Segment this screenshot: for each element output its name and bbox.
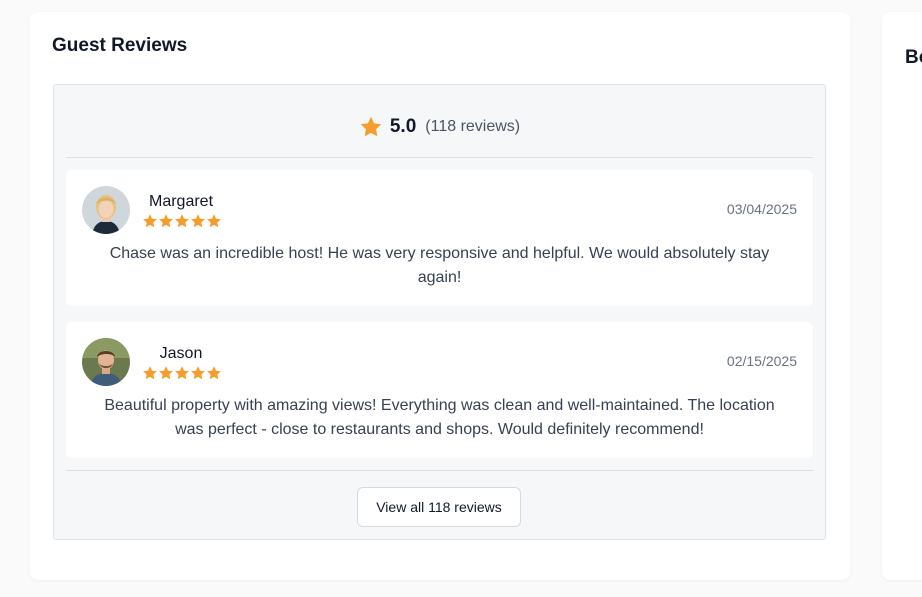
page: Guest Reviews 5.0 (118 reviews) Margaret… (0, 0, 922, 597)
star-rating (142, 213, 222, 229)
review-date: 02/15/2025 (726, 353, 797, 369)
star-icon (143, 366, 157, 380)
divider (66, 157, 813, 158)
average-rating: 5.0 (389, 116, 417, 137)
star-icon (359, 115, 383, 139)
star-icon (207, 214, 221, 228)
view-all-reviews-button[interactable]: View all 118 reviews (357, 487, 521, 527)
reviewer-name: Jason (159, 345, 203, 362)
star-rating (142, 365, 222, 381)
reviews-card: Guest Reviews 5.0 (118 reviews) Margaret… (30, 12, 850, 580)
divider (66, 470, 813, 471)
review-count: (118 reviews) (425, 118, 521, 135)
review-text: Beautiful property with amazing views! E… (104, 397, 775, 438)
star-icon (191, 214, 205, 228)
star-icon (175, 366, 189, 380)
star-icon (207, 366, 221, 380)
section-title: Guest Reviews (52, 35, 188, 56)
star-icon (143, 214, 157, 228)
side-card-title: Bo (905, 47, 922, 68)
review-card: Margaret 03/04/2025 Chase was an incredi… (66, 170, 813, 306)
review-card: Jason 02/15/2025 Beautiful property with… (66, 322, 813, 458)
reviewer-name: Margaret (148, 193, 214, 210)
star-icon (159, 366, 173, 380)
star-icon (175, 214, 189, 228)
side-card: Bo (882, 12, 922, 580)
review-text: Chase was an incredible host! He was ver… (109, 245, 770, 286)
avatar (82, 338, 130, 386)
star-icon (191, 366, 205, 380)
star-icon (159, 214, 173, 228)
review-date: 03/04/2025 (726, 201, 797, 217)
reviews-panel: 5.0 (118 reviews) Margaret 03/04/2025 Ch… (53, 84, 826, 540)
avatar (82, 186, 130, 234)
rating-summary: 5.0 (118 reviews) (54, 111, 825, 143)
